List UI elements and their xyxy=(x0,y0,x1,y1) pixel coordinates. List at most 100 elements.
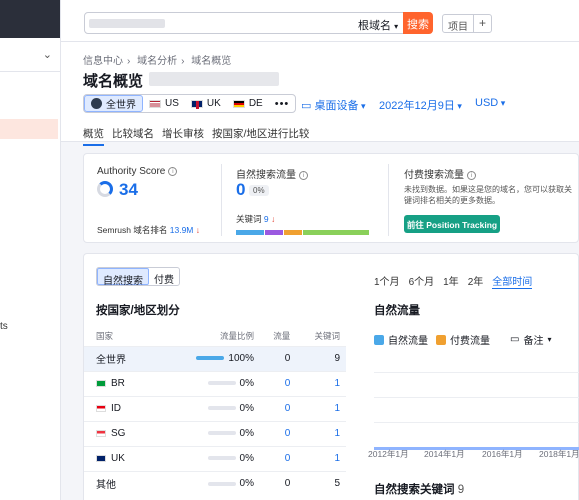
breadcrumb: 信息中心 › 域名分析 › 域名概览 xyxy=(83,56,232,67)
flag-sg-icon xyxy=(96,429,106,437)
country-table: 国家 流量比例 流量 关键词 全世界 100% 0 9 BR 0% 0 1 ID… xyxy=(84,326,346,496)
traffic-cell[interactable]: 0 xyxy=(259,420,297,446)
checkbox-checked-icon[interactable] xyxy=(436,334,446,345)
by-country-title: 按国家/地区划分 xyxy=(96,305,180,317)
traffic-cell[interactable]: 0 xyxy=(259,370,297,396)
kw-bar-segment xyxy=(303,230,369,235)
kw-bar-segment xyxy=(284,230,302,235)
keywords-cell[interactable]: 1 xyxy=(296,445,346,471)
toggle-organic[interactable]: 自然搜索 xyxy=(97,268,149,287)
legend-organic[interactable]: 自然流量 xyxy=(374,332,428,347)
organic-traffic-value[interactable]: 0 xyxy=(236,180,245,200)
region-uk[interactable]: UK xyxy=(185,95,227,112)
tab-overview[interactable]: 概览 xyxy=(83,126,104,146)
traffic-details-card: 自然搜索 付费 1个月 6个月 1年 2年 全部时间 按国家/地区划分 国家 流… xyxy=(83,253,579,500)
region-selector: 全世界 US UK DE ••• xyxy=(83,94,297,113)
legend-paid[interactable]: 付费流量 xyxy=(436,332,490,347)
period-all-time[interactable]: 全部时间 xyxy=(492,273,533,289)
period-1y[interactable]: 1年 xyxy=(443,273,459,289)
device-select[interactable]: ▭ 桌面设备 ▾ xyxy=(301,97,365,113)
semrush-rank-value[interactable]: 13.9M xyxy=(170,225,194,235)
flag-br-icon xyxy=(96,379,106,387)
notes-button[interactable]: ▭ 备注 ▾ xyxy=(510,332,551,347)
add-project-button[interactable]: + xyxy=(473,14,492,33)
search-button[interactable]: 搜索 xyxy=(403,12,433,34)
country-cell: 全世界 xyxy=(84,345,160,371)
share-value: 0% xyxy=(239,453,254,464)
sidebar-item-active[interactable] xyxy=(0,119,58,139)
traffic-cell: 0 xyxy=(259,345,297,371)
tab-growth-report[interactable]: 增长审核 xyxy=(162,126,204,146)
period-1m[interactable]: 1个月 xyxy=(374,273,400,289)
column-header[interactable]: 国家 xyxy=(84,326,160,346)
authority-score-ring xyxy=(97,181,113,197)
chevron-down-icon: ▾ xyxy=(547,335,552,344)
info-icon[interactable]: i xyxy=(299,170,308,180)
period-2y[interactable]: 2年 xyxy=(468,273,484,289)
table-row[interactable]: BR 0% 0 1 xyxy=(84,370,346,396)
comment-icon: ▭ xyxy=(510,334,520,345)
toggle-paid[interactable]: 付费 xyxy=(149,268,179,286)
region-worldwide[interactable]: 全世界 xyxy=(84,95,143,112)
sidebar-collapsible-item[interactable]: ⌄ xyxy=(0,40,60,72)
position-tracking-button[interactable]: 前往 Position Tracking xyxy=(404,215,500,233)
keywords-value[interactable]: 9 xyxy=(264,214,269,224)
share-cell: 100% xyxy=(159,345,260,371)
region-us[interactable]: US xyxy=(143,95,185,112)
breadcrumb-item[interactable]: 信息中心 xyxy=(83,56,123,67)
grid-line xyxy=(374,372,579,373)
authority-score-label: Authority Score i xyxy=(97,166,178,177)
region-de[interactable]: DE xyxy=(227,95,269,112)
keywords-cell[interactable]: 1 xyxy=(296,420,346,446)
more-icon: ••• xyxy=(274,97,290,110)
column-header[interactable]: 流量比例 xyxy=(160,326,260,346)
trend-down-icon: ↓ xyxy=(195,225,200,235)
share-cell: 0% xyxy=(159,370,260,396)
date-select-label: 2022年12月9日 xyxy=(379,100,455,112)
more-regions-button[interactable]: ••• xyxy=(269,95,296,112)
organic-traffic-change-badge: 0% xyxy=(249,185,269,196)
period-6m[interactable]: 6个月 xyxy=(409,273,435,289)
share-bar xyxy=(196,356,225,361)
authority-score-label-text: Authority Score xyxy=(97,166,166,177)
info-icon[interactable]: i xyxy=(168,166,178,176)
tab-compare-domains[interactable]: 比较域名 xyxy=(112,126,154,146)
traffic-cell[interactable]: 0 xyxy=(259,395,297,421)
sidebar-item-label[interactable]: ts xyxy=(0,321,8,332)
table-row[interactable]: 其他 0% 0 5 xyxy=(84,470,346,496)
table-row[interactable]: UK 0% 0 1 xyxy=(84,445,346,471)
share-cell: 0% xyxy=(159,420,260,446)
grid-line xyxy=(374,422,579,423)
country-name: ID xyxy=(111,403,121,414)
chevron-down-icon[interactable]: ⌄ xyxy=(43,48,52,61)
info-icon[interactable]: i xyxy=(467,170,476,180)
keywords-cell[interactable]: 1 xyxy=(296,395,346,421)
breadcrumb-item[interactable]: 域名分析 xyxy=(137,56,177,67)
keywords-cell[interactable]: 1 xyxy=(296,370,346,396)
country-cell: 其他 xyxy=(84,470,160,496)
authority-score-value[interactable]: 34 xyxy=(119,180,138,200)
table-row[interactable]: 全世界 100% 0 9 xyxy=(84,345,346,371)
column-header[interactable]: 流量 xyxy=(260,326,296,346)
checkbox-checked-icon[interactable] xyxy=(374,334,384,345)
date-select[interactable]: 2022年12月9日 ▾ xyxy=(379,97,462,113)
page-header: 信息中心 › 域名分析 › 域名概览 域名概览 全世界 US UK DE ••• ▭… xyxy=(61,42,579,146)
column-header[interactable]: 关键词 xyxy=(296,326,346,346)
tab-compare-by-country[interactable]: 按国家/地区进行比较 xyxy=(212,126,309,146)
country-cell: BR xyxy=(84,370,160,396)
trend-down-icon: ↓ xyxy=(271,214,276,224)
breadcrumb-item: 域名概览 xyxy=(191,56,232,67)
share-value: 0% xyxy=(239,403,254,414)
traffic-cell[interactable]: 0 xyxy=(259,445,297,471)
keywords-cell: 5 xyxy=(296,470,346,496)
domain-type-select[interactable]: 根域名 ▾ xyxy=(352,12,404,34)
overview-metrics-card: Authority Score i 34 Semrush 域名排名 13.9M ↓… xyxy=(83,153,579,243)
search-input-value-blurred xyxy=(89,19,165,28)
table-header-row: 国家 流量比例 流量 关键词 xyxy=(84,326,346,346)
chevron-down-icon: ▾ xyxy=(498,98,506,108)
currency-select[interactable]: USD ▾ xyxy=(475,97,505,109)
legend-label: 自然流量 xyxy=(388,336,428,347)
table-row[interactable]: ID 0% 0 1 xyxy=(84,395,346,421)
table-row[interactable]: SG 0% 0 1 xyxy=(84,420,346,446)
project-button[interactable]: 项目 xyxy=(442,14,474,33)
